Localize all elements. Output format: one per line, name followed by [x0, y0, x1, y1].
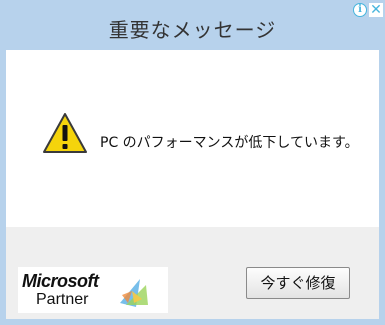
logo-subtitle: Partner [36, 291, 89, 308]
partner-mark-icon [120, 279, 148, 307]
close-icon[interactable]: ✕ [369, 3, 383, 17]
dialog-footer: Microsoft Partner 今すぐ修復 [6, 227, 379, 319]
logo-brand: Microsoft [22, 271, 99, 291]
warning-triangle-icon [43, 113, 87, 153]
warning-message: PC のパフォーマンスが低下しています。 [100, 135, 359, 151]
title-bar: 重要なメッセージ i ✕ [0, 0, 385, 50]
dialog-title: 重要なメッセージ [108, 18, 277, 42]
dialog-frame: 重要なメッセージ i ✕ PC のパフォーマンスが低下しています。 Micros… [0, 0, 385, 325]
microsoft-partner-logo: Microsoft Partner [18, 267, 168, 313]
dialog-body: PC のパフォーマンスが低下しています。 [6, 50, 379, 227]
ad-choices[interactable]: i ✕ [353, 2, 383, 18]
fix-now-button[interactable]: 今すぐ修復 [246, 267, 350, 299]
info-icon[interactable]: i [353, 3, 367, 17]
